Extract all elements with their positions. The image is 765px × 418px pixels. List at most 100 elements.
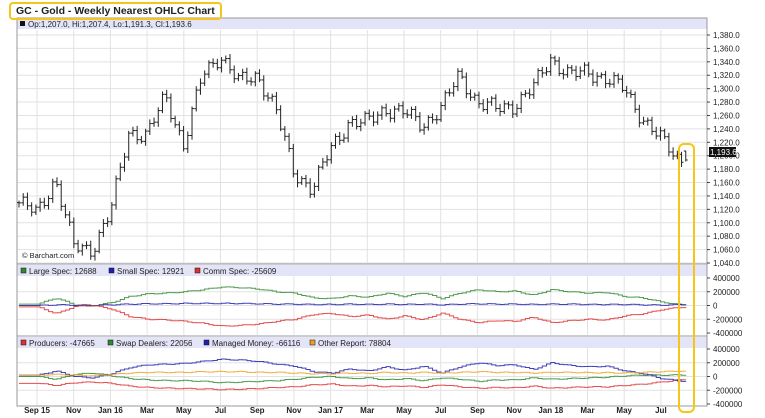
cot-tick-label: 400000 — [713, 274, 740, 283]
ohlc-bar — [325, 155, 330, 167]
price-tick-label: 1,100.0 — [713, 219, 740, 228]
ohlc-bar — [434, 115, 439, 125]
ohlc-bar — [552, 55, 557, 66]
ohlc-bar — [71, 217, 76, 249]
ohlc-bar — [270, 93, 275, 102]
svg-text:Comm Spec: -25609: Comm Spec: -25609 — [203, 267, 277, 276]
ohlc-bar — [291, 143, 296, 178]
ohlc-bar — [232, 65, 237, 84]
ohlc-bar — [202, 70, 207, 87]
x-tick-label: Nov — [66, 406, 82, 415]
ohlc-bar — [198, 78, 203, 95]
ohlc-bar — [320, 157, 325, 170]
ohlc-bar — [190, 106, 195, 140]
x-tick-label: May — [176, 406, 192, 415]
ohlc-bar — [130, 126, 135, 137]
ohlc-bar — [413, 105, 418, 122]
chart-canvas: Sep 15 Nov Jan 16 Mar May Jul Sep Nov Jan 17 Mar M… — [16, 17, 743, 415]
grid — [17, 30, 707, 405]
ohlc-bar — [118, 162, 123, 181]
cot-tick-label: -400000 — [713, 400, 743, 409]
ohlc-bar — [481, 99, 486, 112]
price-panel — [16, 17, 708, 265]
ohlc-bar — [527, 88, 532, 100]
ohlc-bar — [211, 58, 216, 68]
svg-text:Other Report: 78804: Other Report: 78804 — [318, 339, 391, 348]
ohlc-bar — [557, 56, 562, 77]
ohlc-bar — [346, 119, 351, 143]
ohlc-bar — [101, 219, 106, 238]
ohlc-bar — [67, 211, 72, 227]
svg-text:Large Spec: 12688: Large Spec: 12688 — [29, 267, 97, 276]
ohlc-bar — [350, 116, 355, 127]
ohlc-bar — [561, 68, 566, 80]
ohlc-bar — [548, 53, 553, 76]
price-tick-label: 1,160.0 — [713, 179, 740, 188]
ohlc-bar — [152, 117, 157, 127]
ohlc-bar — [498, 103, 503, 117]
ohlc-bar — [244, 67, 249, 85]
ohlc-bar — [439, 101, 443, 122]
legend-other-report: Other Report: 78804 — [309, 339, 391, 348]
price-tick-label: 1,320.0 — [713, 71, 740, 80]
ohlc-bar — [590, 69, 595, 87]
legacy-lines — [19, 286, 687, 327]
ohlc-bar — [312, 182, 317, 198]
series-line-comm-spec — [19, 305, 687, 327]
ohlc-bar — [114, 175, 119, 210]
ohlc-bar — [637, 104, 642, 128]
ohlc-bar — [240, 68, 245, 81]
price-tick-label: 1,300.0 — [713, 85, 740, 94]
x-tick-label: Nov — [286, 406, 302, 415]
ohlc-bar — [173, 115, 178, 128]
ohlc-bar — [215, 58, 220, 71]
ohlc-bar — [384, 103, 389, 117]
chart-title: GC - Gold - Weekly Nearest OHLC Chart — [9, 2, 222, 20]
ohlc-bar — [126, 130, 131, 161]
ohlc-bar — [21, 193, 26, 206]
svg-text:Swap Dealers: 22056: Swap Dealers: 22056 — [116, 339, 193, 348]
ohlc-bar — [409, 106, 414, 119]
ohlc-bar — [578, 66, 583, 80]
x-tick-label: Sep 15 — [24, 406, 50, 415]
ohlc-bar — [540, 66, 545, 78]
x-tick-label: Mar — [360, 406, 374, 415]
ohlc-bar — [451, 81, 456, 97]
legend-producers: Producers: -47665 — [20, 339, 95, 348]
ohlc-bar — [76, 239, 81, 254]
ohlc-bar — [472, 92, 477, 101]
ohlc-bar — [168, 93, 173, 123]
ohlc-bar — [468, 89, 473, 101]
ohlc-bar — [624, 85, 629, 98]
x-tick-label: Nov — [507, 406, 523, 415]
ohlc-bar — [363, 111, 368, 126]
price-tick-label: 1,240.0 — [713, 125, 740, 134]
cot-tick-label: 200000 — [713, 288, 740, 297]
price-tick-label: 1,360.0 — [713, 44, 740, 53]
x-tick-label: May — [616, 406, 632, 415]
x-tick-label: May — [396, 406, 412, 415]
ohlc-bar — [354, 114, 359, 130]
cot-tick-label: 200000 — [713, 359, 740, 368]
x-tick-label: Jul — [215, 406, 227, 415]
svg-text:Managed Money: -66116: Managed Money: -66116 — [212, 339, 301, 348]
ohlc-bar — [63, 203, 68, 219]
price-tick-label: 1,040.0 — [713, 259, 740, 268]
ohlc-bar — [645, 117, 650, 126]
price-tick-label: 1,180.0 — [713, 165, 740, 174]
legend-swap-dealers: Swap Dealers: 22056 — [107, 339, 193, 348]
ohlc-bar — [25, 192, 30, 210]
legend-managed-money: Managed Money: -66116 — [203, 339, 301, 348]
cot-tick-label: -200000 — [713, 386, 743, 395]
ohlc-bar — [405, 109, 410, 119]
ohlc-bar — [565, 64, 570, 78]
series-line-swap-dealers — [19, 372, 687, 384]
ohlc-bar — [333, 133, 338, 149]
ohlc-bar — [194, 86, 199, 112]
ohlc-bar — [147, 119, 152, 135]
ohlc-bar — [156, 107, 161, 127]
ohlc-bar — [46, 195, 51, 210]
ohlc-bar — [455, 68, 460, 92]
cot-tick-label: -200000 — [713, 315, 743, 324]
ohlc-bar — [650, 116, 654, 136]
